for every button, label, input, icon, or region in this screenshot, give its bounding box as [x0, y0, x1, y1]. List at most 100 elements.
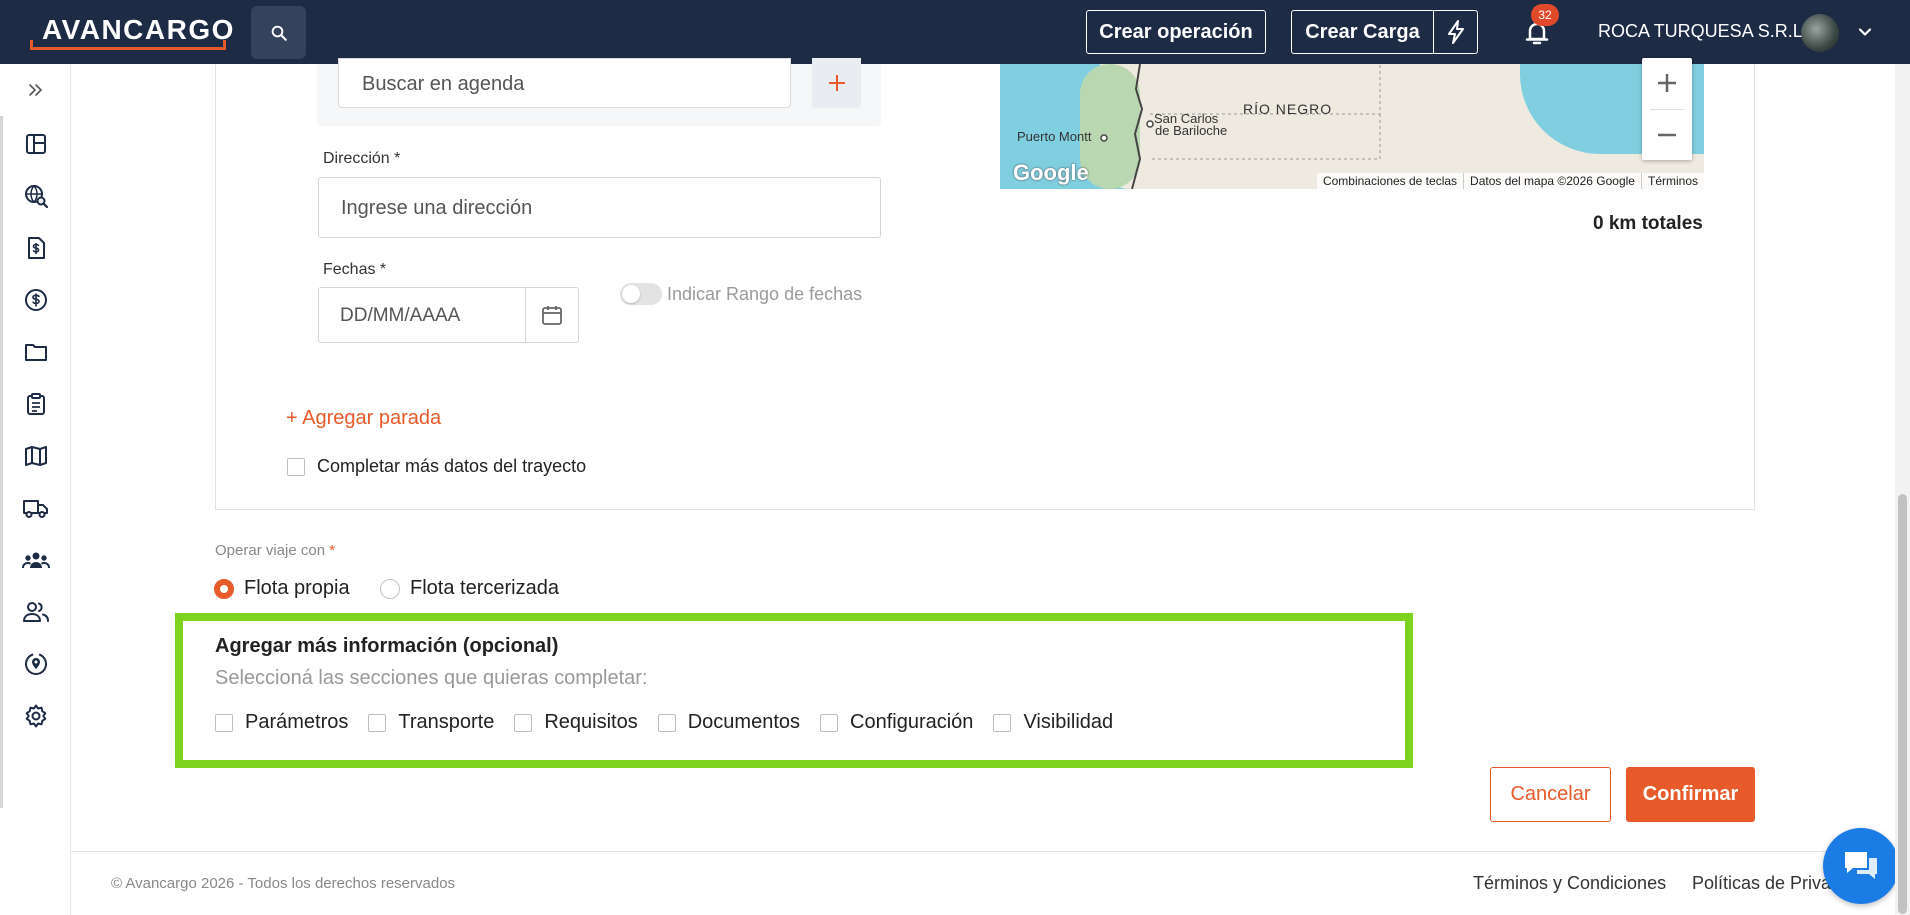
completar-datos-row[interactable]: Completar más datos del trayecto: [287, 456, 586, 477]
money-icon: [25, 289, 47, 311]
lightning-icon: [1447, 20, 1464, 44]
crear-operacion-button[interactable]: Crear operación: [1086, 10, 1266, 54]
completar-datos-checkbox[interactable]: [287, 457, 305, 476]
date-range-toggle[interactable]: [620, 283, 662, 305]
chat-icon: [1845, 852, 1877, 879]
avatar[interactable]: [1801, 14, 1839, 52]
section-requisitos[interactable]: Requisitos: [514, 711, 638, 734]
avancargo-logo[interactable]: AVANCARGO: [30, 12, 233, 50]
section-parametros-checkbox[interactable]: [215, 713, 233, 732]
sidebar-item-invoices[interactable]: [22, 234, 50, 262]
terms-link[interactable]: Términos y Condiciones: [1473, 873, 1666, 894]
map-label-puerto-montt: Puerto Montt: [1017, 129, 1092, 144]
section-configuracion[interactable]: Configuración: [820, 711, 973, 734]
section-visibilidad-checkbox[interactable]: [993, 713, 1012, 732]
direccion-input[interactable]: Ingrese una dirección: [318, 177, 881, 238]
map-terms[interactable]: Términos: [1642, 173, 1704, 189]
confirm-button[interactable]: Confirmar: [1626, 767, 1755, 822]
contacts-icon: [23, 602, 49, 622]
section-parametros-label: Parámetros: [245, 711, 349, 733]
sidebar-item-settings[interactable]: [22, 702, 50, 730]
company-name[interactable]: ROCA TURQUESA S.R.L.: [1598, 21, 1808, 42]
section-transporte[interactable]: Transporte: [368, 711, 494, 734]
operar-viaje-label: Operar viaje con *: [215, 542, 335, 559]
expand-icon[interactable]: [26, 80, 46, 100]
km-total: 0 km totales: [1593, 213, 1703, 234]
plus-icon: [1658, 74, 1676, 92]
sidebar-item-fleet[interactable]: [22, 494, 50, 522]
cancel-button[interactable]: Cancelar: [1490, 767, 1611, 822]
radio-flota-tercerizada-input[interactable]: [380, 578, 400, 599]
map-attribution: Combinaciones de teclas Datos del mapa ©…: [1316, 173, 1704, 189]
sidebar-item-map[interactable]: [22, 442, 50, 470]
privacy-link[interactable]: Políticas de Privacidad: [1692, 873, 1832, 894]
copyright: © Avancargo 2026 - Todos los derechos re…: [111, 875, 456, 892]
search-button[interactable]: [251, 6, 306, 59]
dashboard-icon: [26, 134, 46, 154]
quick-carga-button[interactable]: [1434, 11, 1477, 53]
radio-flota-propia[interactable]: Flota propia: [214, 577, 350, 600]
sidebar-item-tracking[interactable]: [22, 182, 50, 210]
page-scrollbar[interactable]: [1895, 64, 1910, 915]
completar-datos-label: Completar más datos del trayecto: [317, 456, 587, 476]
location-icon: [25, 653, 47, 675]
clipboard-icon: [27, 393, 45, 415]
team-icon: [22, 552, 50, 569]
section-configuracion-checkbox[interactable]: [820, 713, 839, 732]
optional-info-title: Agregar más información (opcional): [215, 635, 559, 657]
section-visibilidad-label: Visibilidad: [1023, 711, 1114, 733]
zoom-out-button[interactable]: [1642, 110, 1692, 160]
logo-underline: [30, 40, 226, 50]
agenda-search-input[interactable]: Buscar en agenda: [338, 58, 791, 108]
sidebar-item-contacts[interactable]: [22, 598, 50, 626]
section-documentos[interactable]: Documentos: [657, 711, 800, 734]
section-requisitos-label: Requisitos: [544, 711, 638, 733]
truck-icon: [23, 500, 48, 518]
crear-carga-button[interactable]: Crear Carga: [1292, 11, 1434, 53]
agenda-add-button[interactable]: [812, 58, 861, 108]
section-visibilidad[interactable]: Visibilidad: [993, 711, 1113, 734]
map-data: Datos del mapa ©2026 Google: [1464, 173, 1642, 189]
radio-flota-propia-input[interactable]: [214, 578, 234, 599]
sidebar: [0, 64, 71, 915]
radio-flota-tercerizada[interactable]: Flota tercerizada: [380, 577, 559, 600]
sidebar-item-teams[interactable]: [22, 546, 50, 574]
add-stop-link[interactable]: + Agregar parada: [286, 407, 441, 430]
operar-viaje-label-text: Operar viaje con: [215, 542, 326, 559]
minus-icon: [1658, 133, 1676, 137]
sidebar-item-dashboard[interactable]: [22, 130, 50, 158]
chat-button[interactable]: [1823, 828, 1899, 904]
section-documentos-checkbox[interactable]: [657, 713, 676, 732]
date-input[interactable]: DD/MM/AAAA: [319, 288, 526, 342]
map-label-rio-negro: RÍO NEGRO: [1243, 101, 1333, 117]
plus-icon: [828, 75, 845, 91]
section-transporte-label: Transporte: [398, 711, 495, 733]
map-keyboard-shortcuts[interactable]: Combinaciones de teclas: [1317, 173, 1465, 189]
section-configuracion-label: Configuración: [850, 711, 974, 733]
sidebar-item-tasks[interactable]: [22, 390, 50, 418]
date-range-label: Indicar Rango de fechas: [667, 284, 863, 304]
fechas-label: Fechas *: [323, 261, 386, 279]
scrollbar-thumb[interactable]: [1898, 494, 1907, 914]
section-transporte-checkbox[interactable]: [368, 713, 387, 732]
calendar-button[interactable]: [526, 288, 578, 342]
sidebar-item-files[interactable]: [22, 338, 50, 366]
tracking-search-icon: [25, 185, 49, 209]
date-field[interactable]: DD/MM/AAAA: [318, 287, 579, 343]
route-map[interactable]: Puerto Montt San Carlos de Bariloche RÍO…: [1000, 64, 1704, 189]
sidebar-item-locations[interactable]: [22, 650, 50, 678]
fechas-label-text: Fechas: [323, 261, 376, 278]
search-icon: [271, 25, 287, 41]
required-mark: *: [329, 542, 336, 559]
zoom-in-button[interactable]: [1642, 58, 1692, 108]
section-parametros[interactable]: Parámetros: [215, 711, 348, 734]
map-label-bariloche-2: de Bariloche: [1155, 123, 1228, 138]
calendar-icon: [542, 306, 562, 325]
map-zoom-controls: [1642, 58, 1692, 160]
logo-text: AVANCARGO: [42, 14, 235, 45]
sidebar-item-finance[interactable]: [22, 286, 50, 314]
radio-flota-propia-label: Flota propia: [244, 577, 350, 599]
section-requisitos-checkbox[interactable]: [514, 713, 533, 732]
direccion-label-text: Dirección: [323, 150, 390, 167]
chevron-down-icon[interactable]: [1857, 24, 1873, 40]
